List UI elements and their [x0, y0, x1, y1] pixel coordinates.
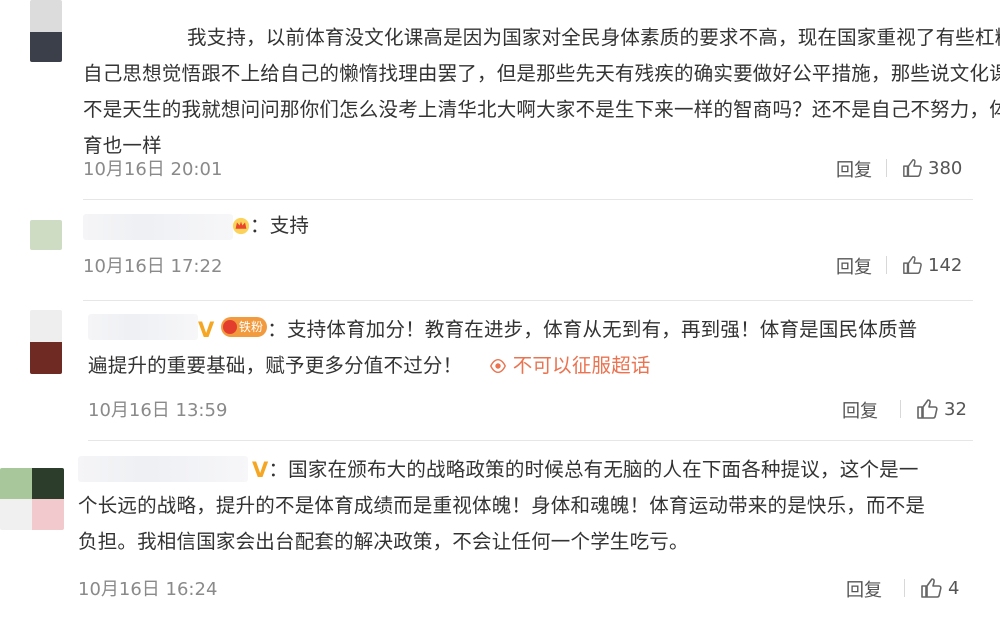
thumbs-up-icon — [921, 578, 942, 598]
avatar[interactable] — [30, 310, 62, 374]
comment-text: V：国家在颁布大的战略政策的时候总有无脑的人在下面各种提议，这个是一 个长远的战… — [78, 452, 925, 560]
crown-icon — [232, 211, 250, 247]
vip-v-icon: V — [252, 458, 269, 482]
comment-text: ：支持 — [232, 208, 309, 247]
super-topic-label: 不可以征服超话 — [512, 354, 651, 377]
comment-line: 国家在颁布大的战略政策的时候总有无脑的人在下面各种提议，这个是一 — [288, 458, 919, 481]
comment-line: 我支持，以前体育没文化课高是因为国家对全民身体素质的要求不高，现在国家重视了有些… — [187, 26, 1000, 49]
divider — [904, 579, 905, 597]
reply-button[interactable]: 回复 — [842, 397, 878, 423]
comment-list: 我支持，以前体育没文化课高是因为国家对全民身体素质的要求不高，现在国家重视了有些… — [0, 0, 1000, 622]
divider — [900, 400, 901, 418]
comment-line: 负担。我相信国家会出台配套的解决政策，不会让任何一个学生吃亏。 — [78, 530, 689, 553]
like-button[interactable]: 32 — [916, 397, 967, 421]
comment-prefix: ： — [267, 318, 287, 341]
comment-line: 自己思想觉悟跟不上给自己的懒惰找理由罢了，但是那些先天有残疾的确实要做好公平措施… — [83, 62, 1000, 85]
like-button[interactable]: 380 — [902, 157, 962, 179]
comment-text: V 铁粉 ：支持体育加分！教育在进步，体育从无到有，再到强！体育是国民体质普 遍提… — [88, 312, 917, 384]
badge-icon — [222, 320, 237, 334]
reply-button[interactable]: 回复 — [836, 156, 872, 182]
like-count: 4 — [948, 577, 960, 599]
comment-item: ：支持 10月16日 17:22 回复 142 — [0, 200, 1000, 300]
like-count: 142 — [928, 254, 963, 276]
reply-button[interactable]: 回复 — [836, 253, 872, 279]
comment-line: 遍提升的重要基础，赋予更多分值不过分！ — [88, 354, 463, 377]
divider — [886, 256, 887, 274]
like-count: 380 — [928, 157, 963, 179]
comment-text: 我支持，以前体育没文化课高是因为国家对全民身体素质的要求不高，现在国家重视了有些… — [83, 20, 1000, 164]
comment-prefix: ： — [250, 214, 270, 237]
comment-item: V：国家在颁布大的战略政策的时候总有无脑的人在下面各种提议，这个是一 个长远的战… — [0, 440, 1000, 622]
comment-line: 个长远的战略，提升的不是体育成绩而是重视体魄！身体和魂魄！体育运动带来的是快乐，… — [78, 494, 926, 517]
comment-content: 支持 — [269, 214, 310, 237]
like-button[interactable]: 142 — [902, 254, 962, 276]
thumbs-up-icon — [917, 399, 938, 419]
comment-item: 我支持，以前体育没文化课高是因为国家对全民身体素质的要求不高，现在国家重视了有些… — [0, 0, 1000, 200]
username[interactable] — [83, 214, 233, 240]
like-button[interactable]: 4 — [920, 576, 959, 600]
vip-v-icon: V — [198, 318, 215, 342]
avatar[interactable] — [30, 220, 62, 250]
thumbs-up-icon — [903, 159, 922, 177]
comment-prefix: ： — [268, 458, 289, 481]
super-topic-link[interactable]: 不可以征服超话 — [489, 354, 651, 377]
avatar[interactable] — [30, 0, 62, 62]
divider — [886, 159, 887, 177]
avatar[interactable] — [0, 468, 64, 530]
comment-timestamp: 10月16日 20:01 — [83, 159, 223, 180]
like-count: 32 — [944, 398, 967, 420]
thumbs-up-icon — [903, 256, 922, 274]
super-topic-icon — [489, 358, 506, 374]
comment-item: V 铁粉 ：支持体育加分！教育在进步，体育从无到有，再到强！体育是国民体质普 遍提… — [0, 300, 1000, 440]
fan-badge: 铁粉 — [220, 317, 268, 337]
comment-timestamp: 10月16日 17:22 — [83, 256, 223, 277]
comment-line: 不是天生的我就想问问那你们怎么没考上清华北大啊大家不是生下来一样的智商吗？还不是… — [83, 98, 1000, 121]
comment-timestamp: 10月16日 16:24 — [78, 579, 218, 600]
fan-badge-label: 铁粉 — [238, 320, 264, 334]
comment-timestamp: 10月16日 13:59 — [88, 400, 228, 421]
comment-line: 支持体育加分！教育在进步，体育从无到有，再到强！体育是国民体质普 — [286, 318, 918, 341]
reply-button[interactable]: 回复 — [846, 576, 882, 602]
